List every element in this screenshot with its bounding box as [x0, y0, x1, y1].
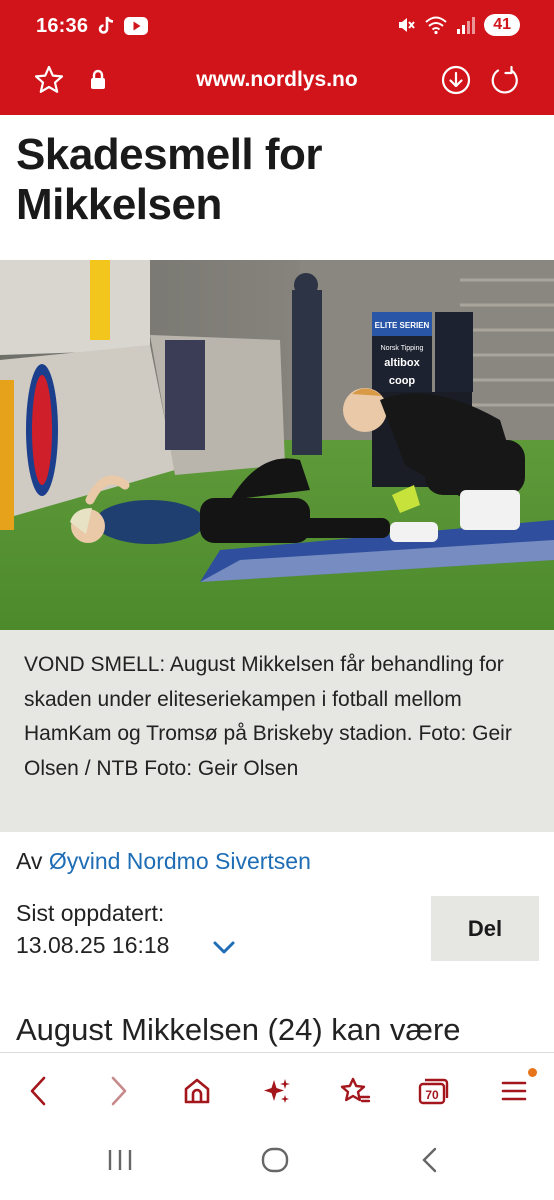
updated-date: 13.08.25 16:18 [16, 932, 170, 958]
home-system-icon[interactable] [260, 1146, 290, 1174]
photo-caption: VOND SMELL: August Mikkelsen får behandl… [0, 630, 554, 832]
tabs-count: 70 [425, 1088, 439, 1102]
article-headline: Skadesmell for Mikkelsen [16, 130, 323, 229]
tiktok-icon [98, 16, 114, 34]
url-bar[interactable]: www.nordlys.no [0, 56, 554, 106]
tabs-button[interactable]: 70 [414, 1071, 454, 1111]
author-link[interactable]: Øyvind Nordmo Sivertsen [49, 848, 311, 874]
share-button[interactable]: Del [431, 896, 539, 961]
article-photo: ELITE SERIEN Norsk Tipping altibox coop [0, 260, 554, 630]
ad-board-brand-3: coop [389, 375, 416, 387]
battery-indicator: 41 [484, 14, 520, 36]
recent-apps-icon[interactable] [106, 1146, 134, 1174]
status-right-icons: 41 [396, 14, 520, 36]
ai-sparkle-button[interactable] [257, 1071, 297, 1111]
back-arrow-icon [30, 1076, 46, 1106]
status-bar: 16:36 41 [0, 0, 554, 56]
star-list-icon [340, 1077, 371, 1103]
download-icon[interactable] [440, 64, 472, 96]
browser-bottom-nav: 70 [0, 1052, 554, 1132]
signal-icon [457, 17, 476, 34]
updated-label: Sist oppdatert: [16, 900, 165, 926]
article-lead: August Mikkelsen (24) kan være [16, 1012, 461, 1047]
reload-icon[interactable] [489, 64, 521, 96]
byline-prefix: Av [16, 848, 43, 874]
home-button[interactable] [177, 1071, 217, 1111]
menu-button[interactable] [494, 1071, 534, 1111]
bookmarks-button[interactable] [335, 1071, 375, 1111]
forward-arrow-icon [111, 1076, 127, 1106]
forward-button[interactable] [99, 1071, 139, 1111]
ad-board-top-text: ELITE SERIEN [375, 321, 430, 330]
byline: Av Øyvind Nordmo Sivertsen [16, 848, 311, 875]
home-icon [184, 1078, 210, 1104]
status-app-icons [98, 16, 148, 36]
injured-player-photo: ELITE SERIEN Norsk Tipping altibox coop [0, 260, 554, 630]
chevron-down-icon[interactable] [212, 940, 236, 956]
back-button[interactable] [18, 1071, 58, 1111]
ad-board-brand-2: altibox [384, 357, 420, 369]
wifi-icon [425, 16, 447, 35]
system-back-icon[interactable] [418, 1146, 442, 1174]
tabs-icon: 70 [418, 1078, 449, 1105]
hamburger-menu-icon [501, 1081, 527, 1101]
sparkle-icon [264, 1079, 290, 1103]
status-time: 16:36 [36, 15, 89, 37]
ad-board-brand-1: Norsk Tipping [381, 345, 424, 352]
browser-top-bar: 16:36 41 www.nordlys.no [0, 0, 554, 115]
mute-icon [399, 18, 415, 32]
youtube-icon [124, 17, 148, 35]
system-nav-bar [0, 1132, 554, 1200]
notification-dot [528, 1068, 537, 1077]
